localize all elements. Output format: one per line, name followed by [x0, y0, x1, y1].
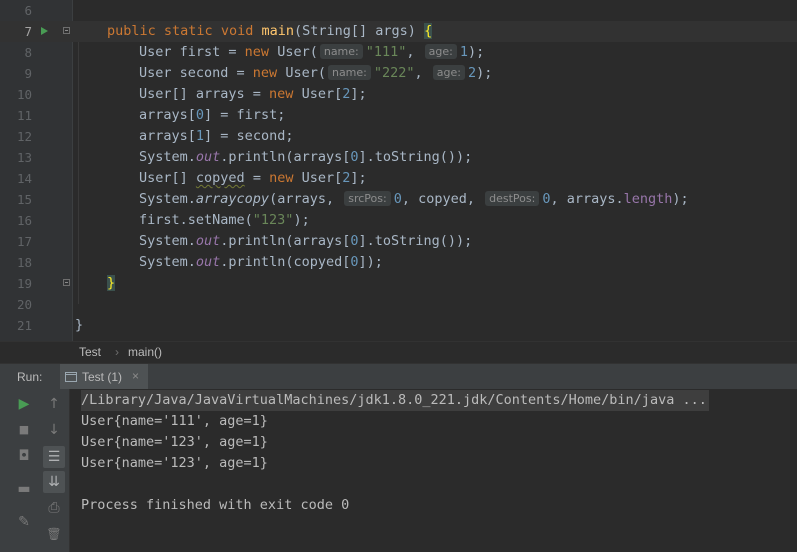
code-line[interactable]: 13 System.out.println(arrays[0].toString…: [0, 147, 797, 168]
pin-icon[interactable]: ✎: [13, 511, 35, 533]
run-toolbar-primary: ▶ ■ ◘ ▬ ✎: [0, 389, 40, 552]
code-text: System.out.println(arrays[0].toString())…: [139, 233, 473, 249]
run-tab-label: Test (1): [82, 370, 123, 384]
breadcrumb-method[interactable]: main(): [128, 342, 162, 363]
console-exit-line: Process finished with exit code 0: [81, 497, 350, 513]
camera-icon[interactable]: ◘: [13, 445, 35, 467]
param-hint: age:: [432, 65, 465, 80]
fold-icon[interactable]: [63, 27, 70, 34]
console-line: User{name='123', age=1}: [81, 455, 268, 471]
up-arrow-icon[interactable]: ↑: [43, 393, 65, 415]
breadcrumb-class[interactable]: Test: [79, 342, 101, 363]
code-text: first.setName("123");: [139, 212, 310, 228]
code-line[interactable]: 16 first.setName("123");: [0, 210, 797, 231]
param-hint: destPos:: [485, 191, 540, 206]
soft-wrap-icon[interactable]: ☰: [43, 446, 65, 468]
param-hint: name:: [319, 44, 363, 59]
code-line[interactable]: 21 }: [0, 315, 797, 336]
code-line[interactable]: 17 System.out.println(arrays[0].toString…: [0, 231, 797, 252]
line-number: 21: [16, 318, 32, 333]
run-toolbar-secondary: ↑ ↓ ☰ ⇊ ⎙ 🗑: [40, 389, 70, 552]
console-icon: [65, 372, 77, 382]
code-text: System.out.println(copyed[0]);: [139, 254, 383, 270]
code-line[interactable]: 10 User[] arrays = new User[2];: [0, 84, 797, 105]
code-text: }: [75, 317, 84, 333]
line-number: 8: [24, 45, 32, 60]
code-text: }: [107, 275, 116, 291]
down-arrow-icon[interactable]: ↓: [43, 419, 65, 441]
line-number: 16: [16, 213, 32, 228]
console-command-line[interactable]: /Library/Java/JavaVirtualMachines/jdk1.8…: [81, 390, 709, 411]
stop-button[interactable]: ■: [13, 419, 35, 441]
code-line[interactable]: 18 System.out.println(copyed[0]);: [0, 252, 797, 273]
code-line[interactable]: 14 User[] copyed = new User[2];: [0, 168, 797, 189]
line-number: 10: [16, 87, 32, 102]
scroll-to-end-icon[interactable]: ⇊: [43, 471, 65, 493]
breadcrumb: Test › main(): [0, 341, 797, 364]
rerun-button[interactable]: ▶: [13, 393, 35, 415]
print-icon[interactable]: ⎙: [43, 497, 65, 519]
line-number: 13: [16, 150, 32, 165]
run-tool-window-header: Run: Test (1) ×: [0, 363, 797, 391]
code-text: public static void main(String[] args) {: [107, 23, 433, 39]
code-text: User[] arrays = new User[2];: [139, 86, 367, 102]
typo-warning: copyed: [195, 170, 245, 186]
fold-icon[interactable]: [63, 279, 70, 286]
code-line[interactable]: 9 User second = new User(name: "222", age…: [0, 63, 797, 84]
line-number: 7: [24, 24, 32, 39]
line-number: 15: [16, 192, 32, 207]
param-hint: age:: [424, 44, 457, 59]
code-line[interactable]: 20: [0, 294, 797, 315]
console-line: User{name='123', age=1}: [81, 434, 268, 450]
line-number: 18: [16, 255, 32, 270]
line-number: 20: [16, 297, 32, 312]
code-text: System.out.println(arrays[0].toString())…: [139, 149, 473, 165]
code-text: User second = new User(name: "222", age: 2…: [139, 65, 493, 81]
code-editor[interactable]: 6 7 public static void main(String[] arg…: [0, 0, 797, 341]
run-config-tab[interactable]: Test (1) ×: [60, 364, 148, 390]
line-number: 12: [16, 129, 32, 144]
param-hint: name:: [327, 65, 371, 80]
code-line[interactable]: 15 System.arraycopy(arrays, srcPos: 0, co…: [0, 189, 797, 210]
code-line[interactable]: 6: [0, 0, 797, 21]
code-line[interactable]: 12 arrays[1] = second;: [0, 126, 797, 147]
console-line: User{name='111', age=1}: [81, 413, 268, 429]
line-number: 17: [16, 234, 32, 249]
code-line[interactable]: 19 }: [0, 273, 797, 294]
console-output[interactable]: /Library/Java/JavaVirtualMachines/jdk1.8…: [70, 389, 797, 552]
code-line[interactable]: 7 public static void main(String[] args)…: [0, 21, 797, 42]
code-line[interactable]: 11 arrays[0] = first;: [0, 105, 797, 126]
layout-icon[interactable]: ▬: [13, 478, 35, 500]
line-number: 14: [16, 171, 32, 186]
line-number: 19: [16, 276, 32, 291]
close-tab-button[interactable]: ×: [132, 369, 139, 383]
line-number: 9: [24, 66, 32, 81]
line-number: 11: [16, 108, 32, 123]
trash-icon[interactable]: 🗑: [43, 523, 65, 545]
run-gutter-icon[interactable]: [41, 27, 48, 35]
code-text: User first = new User(name: "111", age: 1)…: [139, 44, 485, 60]
run-window-title: Run:: [17, 370, 43, 384]
param-hint: srcPos:: [344, 191, 391, 206]
code-line[interactable]: 8 User first = new User(name: "111", age:…: [0, 42, 797, 63]
code-text: arrays[1] = second;: [139, 128, 294, 144]
code-text: System.arraycopy(arrays, srcPos: 0, copye…: [139, 191, 689, 207]
code-text: User[] copyed = new User[2];: [139, 170, 367, 186]
breadcrumb-separator: ›: [115, 345, 119, 359]
code-text: arrays[0] = first;: [139, 107, 286, 123]
line-number: 6: [24, 3, 32, 18]
